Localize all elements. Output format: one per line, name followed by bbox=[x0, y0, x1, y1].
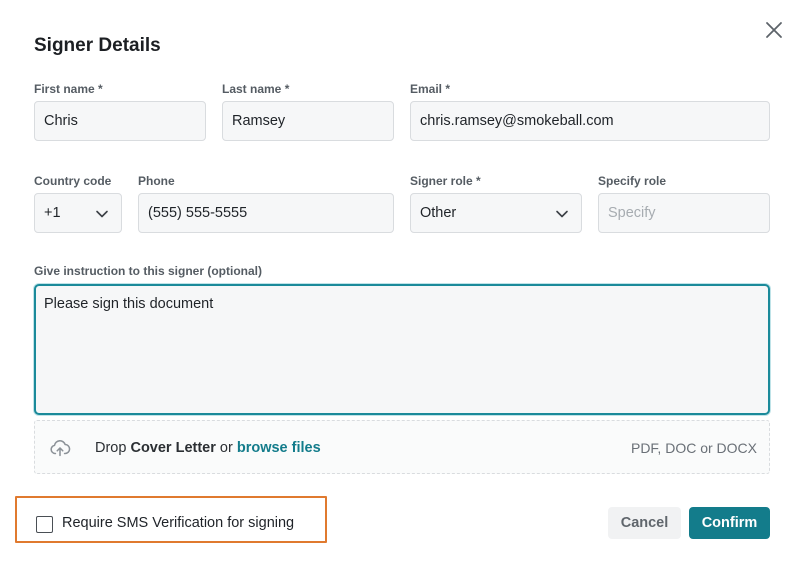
close-icon bbox=[766, 22, 782, 38]
sms-verification-highlight: Require SMS Verification for signing bbox=[15, 496, 327, 543]
sms-verification-checkbox[interactable] bbox=[36, 516, 53, 533]
dropzone-prefix: Drop bbox=[95, 440, 131, 456]
country-code-select[interactable]: +1 bbox=[34, 193, 122, 233]
dropzone-middle: or bbox=[215, 440, 237, 456]
file-dropzone[interactable]: Drop Cover Letter or browse files PDF, D… bbox=[34, 420, 770, 474]
first-name-label: First name * bbox=[34, 82, 103, 96]
country-code-label: Country code bbox=[34, 174, 112, 188]
signer-role-label: Signer role * bbox=[410, 174, 481, 188]
instruction-label: Give instruction to this signer (optiona… bbox=[34, 264, 263, 278]
cancel-button[interactable]: Cancel bbox=[608, 507, 681, 539]
instruction-textarea[interactable]: Please sign this document bbox=[34, 284, 770, 415]
specify-role-field[interactable]: Specify bbox=[598, 193, 770, 233]
last-name-field[interactable]: Ramsey bbox=[222, 101, 394, 141]
last-name-label: Last name * bbox=[222, 82, 290, 96]
dropzone-file-type: Cover Letter bbox=[130, 440, 216, 456]
cloud-upload-icon bbox=[50, 440, 71, 457]
phone-field[interactable]: (555) 555-5555 bbox=[138, 193, 394, 233]
signer-role-select[interactable]: Other bbox=[410, 193, 582, 233]
chevron-down-icon bbox=[96, 210, 108, 218]
accepted-formats: PDF, DOC or DOCX bbox=[630, 440, 757, 456]
dialog-title: Signer Details bbox=[34, 35, 161, 56]
dropzone-text: Drop Cover Letter or browse files bbox=[95, 440, 321, 456]
sms-verification-label[interactable]: Require SMS Verification for signing bbox=[62, 515, 294, 531]
email-label: Email * bbox=[410, 82, 451, 96]
signer-details-dialog: Signer Details First name * Chris Last n… bbox=[0, 0, 798, 570]
phone-label: Phone bbox=[138, 174, 175, 188]
email-field[interactable]: chris.ramsey@smokeball.com bbox=[410, 101, 770, 141]
confirm-button[interactable]: Confirm bbox=[689, 507, 770, 539]
first-name-field[interactable]: Chris bbox=[34, 101, 206, 141]
chevron-down-icon bbox=[556, 210, 568, 218]
browse-files-link[interactable]: browse files bbox=[237, 440, 321, 456]
close-button[interactable] bbox=[762, 18, 786, 42]
signer-role-value: Other bbox=[420, 205, 457, 221]
country-code-value: +1 bbox=[44, 205, 61, 221]
specify-role-label: Specify role bbox=[598, 174, 667, 188]
